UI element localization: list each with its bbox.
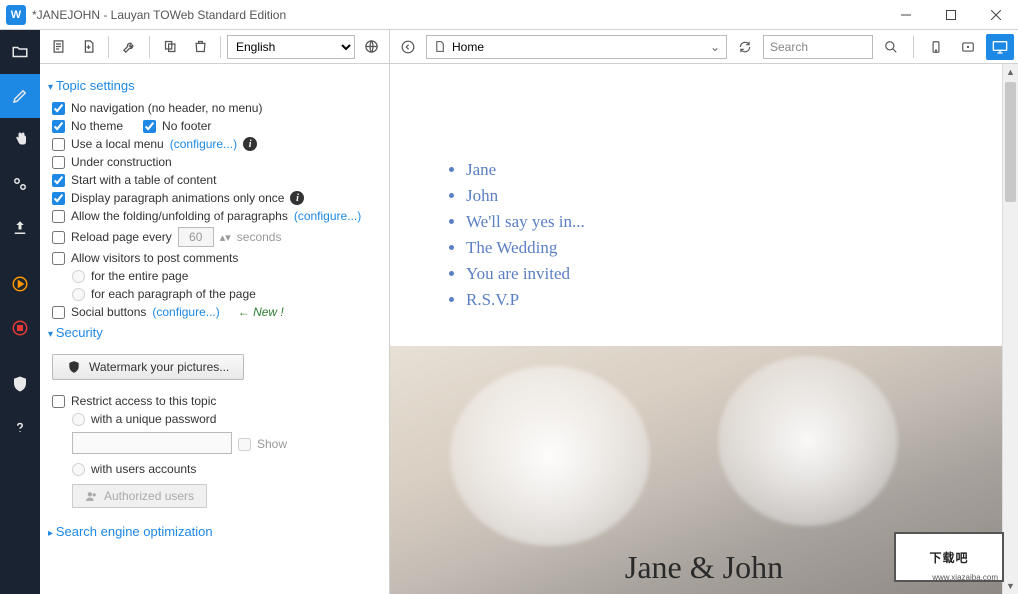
search-input[interactable]: Search xyxy=(763,35,873,59)
left-sidebar xyxy=(0,30,40,594)
window-title: *JANEJOHN - Lauyan TOWeb Standard Editio… xyxy=(32,8,883,22)
shield-icon xyxy=(67,360,81,374)
close-button[interactable] xyxy=(973,0,1018,30)
sidebar-shield-button[interactable] xyxy=(0,362,40,406)
chk-no-theme[interactable] xyxy=(52,120,65,133)
wrench-button[interactable] xyxy=(115,34,143,60)
globe-button[interactable] xyxy=(357,34,385,60)
page-icon xyxy=(433,40,446,53)
chk-no-navigation[interactable] xyxy=(52,102,65,115)
search-button[interactable] xyxy=(877,34,905,60)
toc-item[interactable]: R.S.V.P xyxy=(466,290,1018,310)
chevron-down-icon: ⌄ xyxy=(710,40,720,54)
maximize-button[interactable] xyxy=(928,0,973,30)
copy-button[interactable] xyxy=(156,34,184,60)
window-titlebar: W *JANEJOHN - Lauyan TOWeb Standard Edit… xyxy=(0,0,1018,30)
source-watermark: 下载吧 www.xiazaiba.com xyxy=(894,532,1004,582)
address-bar[interactable]: Home ⌄ xyxy=(426,35,727,59)
watermark-button[interactable]: Watermark your pictures... xyxy=(52,354,244,380)
chk-no-footer[interactable] xyxy=(143,120,156,133)
sidebar-edit-button[interactable] xyxy=(0,74,40,118)
preview-body: Jane John We'll say yes in... The Weddin… xyxy=(390,64,1018,594)
users-icon xyxy=(85,490,98,503)
toc-item[interactable]: John xyxy=(466,186,1018,206)
chk-social[interactable] xyxy=(52,306,65,319)
reload-interval-input[interactable] xyxy=(178,227,214,247)
sidebar-settings-button[interactable] xyxy=(0,162,40,206)
scrollbar-thumb[interactable] xyxy=(1005,82,1016,202)
sidebar-record-button[interactable] xyxy=(0,306,40,350)
password-input[interactable] xyxy=(72,432,232,454)
link-local-menu-configure[interactable]: (configure...) xyxy=(170,137,237,151)
toc-item[interactable]: We'll say yes in... xyxy=(466,212,1018,232)
radio-unique-password[interactable] xyxy=(72,413,85,426)
chk-show-password[interactable] xyxy=(238,438,251,451)
tablet-view-button[interactable] xyxy=(954,34,982,60)
radio-entire-page[interactable] xyxy=(72,270,85,283)
toc-item[interactable]: Jane xyxy=(466,160,1018,180)
chk-local-menu[interactable] xyxy=(52,138,65,151)
doc-button[interactable] xyxy=(44,34,72,60)
table-of-contents: Jane John We'll say yes in... The Weddin… xyxy=(390,64,1018,346)
language-select[interactable]: English xyxy=(227,35,355,59)
new-doc-button[interactable] xyxy=(74,34,102,60)
chk-restrict[interactable] xyxy=(52,395,65,408)
mobile-view-button[interactable] xyxy=(922,34,950,60)
chk-folding[interactable] xyxy=(52,210,65,223)
toc-item[interactable]: You are invited xyxy=(466,264,1018,284)
sidebar-help-button[interactable] xyxy=(0,406,40,450)
preview-toolbar: Home ⌄ Search xyxy=(390,30,1018,64)
settings-body: Topic settings No navigation (no header,… xyxy=(40,64,389,594)
scroll-up-button[interactable]: ▲ xyxy=(1003,64,1018,80)
link-folding-configure[interactable]: (configure...) xyxy=(294,209,361,223)
app-icon: W xyxy=(6,5,26,25)
chk-comments[interactable] xyxy=(52,252,65,265)
trash-button[interactable] xyxy=(186,34,214,60)
section-seo[interactable]: Search engine optimization xyxy=(48,524,379,539)
info-icon[interactable]: i xyxy=(243,137,257,151)
toc-item[interactable]: The Wedding xyxy=(466,238,1018,258)
back-button[interactable] xyxy=(394,34,422,60)
preview-scrollbar[interactable]: ▲ ▼ xyxy=(1002,64,1018,594)
desktop-view-button[interactable] xyxy=(986,34,1014,60)
chk-reload[interactable] xyxy=(52,231,65,244)
settings-toolbar: English xyxy=(40,30,389,64)
sidebar-folder-button[interactable] xyxy=(0,30,40,74)
section-topic-settings[interactable]: Topic settings xyxy=(48,78,379,93)
hero-title: Jane & John xyxy=(625,549,783,586)
chk-under-construction[interactable] xyxy=(52,156,65,169)
refresh-button[interactable] xyxy=(731,34,759,60)
section-security[interactable]: Security xyxy=(48,325,379,340)
preview-panel: Home ⌄ Search Jane John We'll say yes in… xyxy=(390,30,1018,594)
settings-panel: English Topic settings No navigation (no… xyxy=(40,30,390,594)
chk-para-anim[interactable] xyxy=(52,192,65,205)
authorized-users-button[interactable]: Authorized users xyxy=(72,484,207,508)
minimize-button[interactable] xyxy=(883,0,928,30)
link-social-configure[interactable]: (configure...) xyxy=(152,305,219,319)
sidebar-play-button[interactable] xyxy=(0,262,40,306)
radio-users-accounts[interactable] xyxy=(72,463,85,476)
radio-each-paragraph[interactable] xyxy=(72,288,85,301)
new-badge: ← New ! xyxy=(238,305,284,319)
scroll-down-button[interactable]: ▼ xyxy=(1003,578,1018,594)
info-icon[interactable]: i xyxy=(290,191,304,205)
chk-start-toc[interactable] xyxy=(52,174,65,187)
sidebar-grab-button[interactable] xyxy=(0,118,40,162)
sidebar-upload-button[interactable] xyxy=(0,206,40,250)
